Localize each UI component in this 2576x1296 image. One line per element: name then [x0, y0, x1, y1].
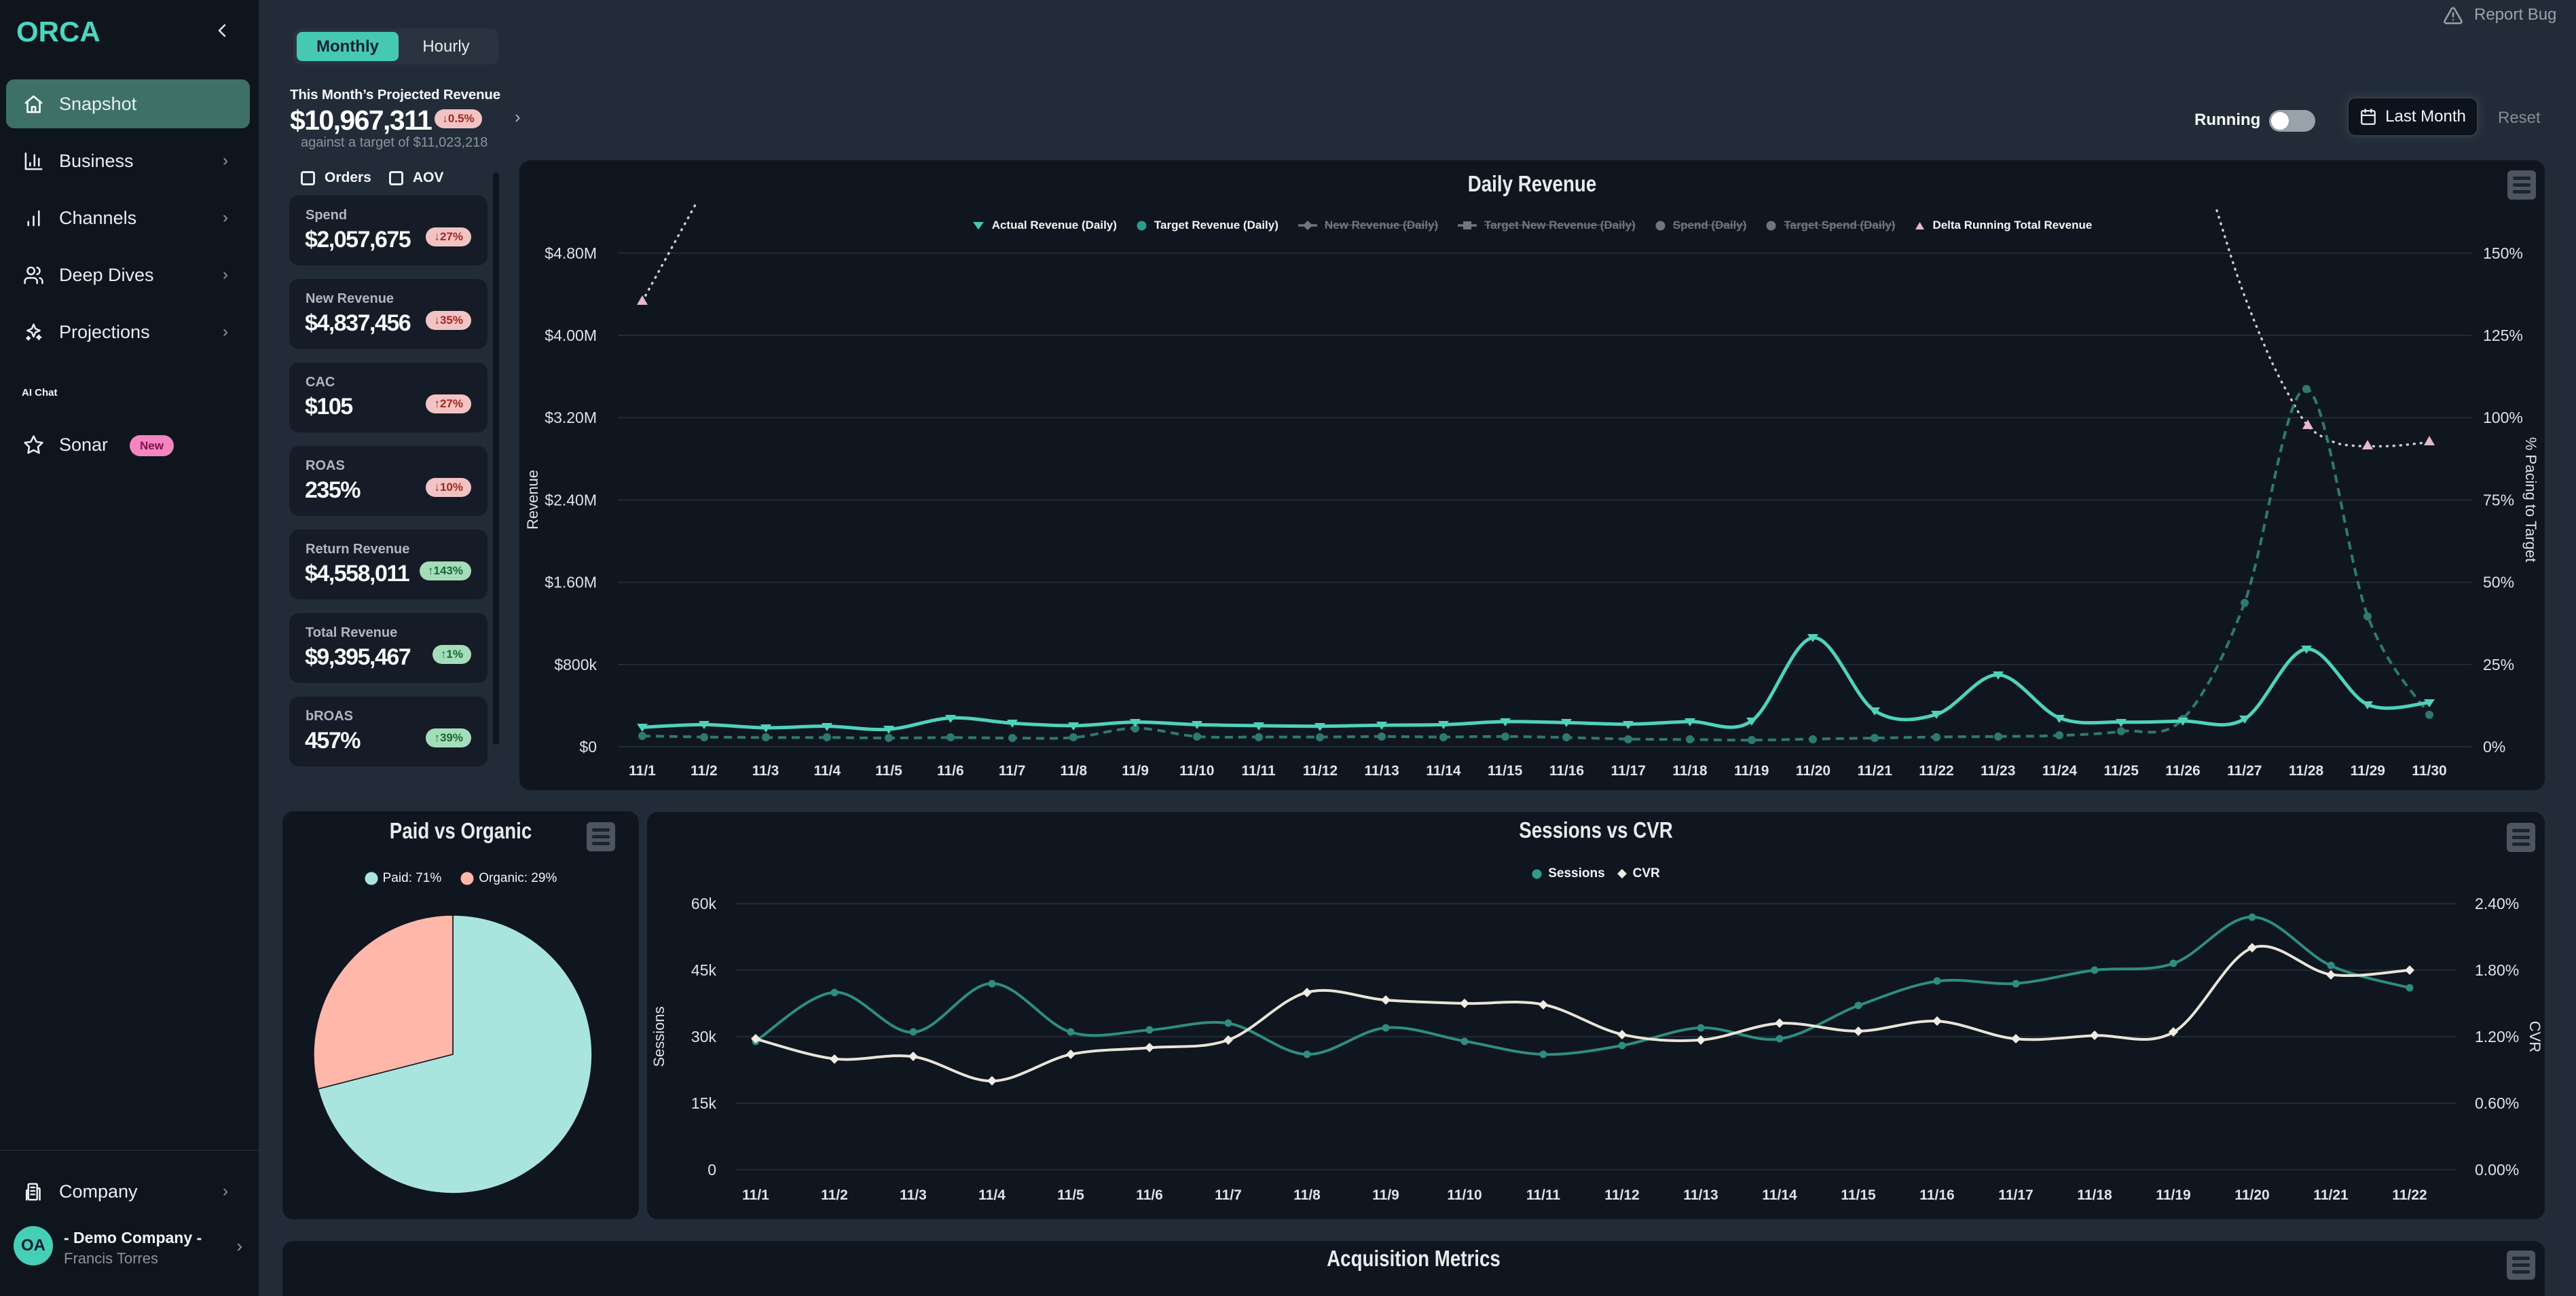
svg-text:11/5: 11/5	[1057, 1187, 1084, 1203]
svg-text:11/25: 11/25	[2103, 763, 2139, 779]
svg-text:11/23: 11/23	[1981, 763, 2015, 779]
svg-text:11/20: 11/20	[2234, 1187, 2269, 1203]
svg-text:11/28: 11/28	[2289, 763, 2324, 779]
svg-text:11/7: 11/7	[1215, 1187, 1242, 1203]
svg-text:11/22: 11/22	[2392, 1187, 2427, 1203]
svg-text:150%: 150%	[2483, 244, 2523, 262]
svg-text:11/2: 11/2	[691, 763, 718, 779]
svg-text:11/30: 11/30	[2412, 763, 2446, 779]
svg-text:11/6: 11/6	[937, 763, 964, 779]
svg-text:11/4: 11/4	[978, 1187, 1006, 1203]
svg-text:11/10: 11/10	[1447, 1187, 1482, 1203]
svg-text:125%: 125%	[2483, 327, 2523, 344]
svg-text:1.80%: 1.80%	[2475, 961, 2519, 979]
svg-text:75%: 75%	[2483, 491, 2514, 508]
svg-text:1.20%: 1.20%	[2475, 1028, 2519, 1045]
svg-text:Sessions: Sessions	[650, 1006, 667, 1067]
svg-text:11/5: 11/5	[875, 763, 902, 779]
svg-text:Revenue: Revenue	[524, 470, 541, 530]
svg-text:11/22: 11/22	[1919, 763, 1953, 779]
svg-text:11/21: 11/21	[2313, 1187, 2349, 1203]
svg-text:$4.00M: $4.00M	[545, 327, 597, 344]
svg-text:11/26: 11/26	[2165, 763, 2200, 779]
svg-text:$3.20M: $3.20M	[545, 409, 597, 426]
svg-text:CVR: CVR	[2526, 1021, 2543, 1052]
svg-text:11/9: 11/9	[1122, 763, 1149, 779]
svg-text:11/17: 11/17	[1998, 1187, 2033, 1203]
svg-text:11/11: 11/11	[1241, 763, 1276, 779]
svg-text:0: 0	[707, 1161, 716, 1179]
svg-text:11/15: 11/15	[1488, 763, 1523, 779]
svg-text:11/10: 11/10	[1179, 763, 1214, 779]
svg-text:11/1: 11/1	[742, 1187, 769, 1203]
svg-text:11/18: 11/18	[1672, 763, 1708, 779]
svg-text:11/12: 11/12	[1604, 1187, 1639, 1203]
svg-text:11/24: 11/24	[2042, 763, 2078, 779]
svg-text:11/7: 11/7	[999, 763, 1026, 779]
svg-text:11/17: 11/17	[1611, 763, 1645, 779]
svg-text:100%: 100%	[2483, 409, 2523, 426]
svg-text:11/16: 11/16	[1919, 1187, 1954, 1203]
svg-text:11/4: 11/4	[813, 763, 841, 779]
svg-text:11/18: 11/18	[2077, 1187, 2112, 1203]
svg-text:11/3: 11/3	[900, 1187, 927, 1203]
svg-text:25%: 25%	[2483, 656, 2514, 673]
svg-text:11/13: 11/13	[1683, 1187, 1718, 1203]
svg-text:$0: $0	[579, 738, 597, 756]
svg-text:11/12: 11/12	[1303, 763, 1338, 779]
svg-text:15k: 15k	[691, 1094, 717, 1112]
svg-text:0.60%: 0.60%	[2475, 1094, 2519, 1112]
svg-text:11/19: 11/19	[2156, 1187, 2190, 1203]
svg-text:$2.40M: $2.40M	[545, 491, 597, 508]
svg-text:0%: 0%	[2483, 738, 2505, 756]
svg-text:30k: 30k	[691, 1028, 717, 1045]
svg-text:2.40%: 2.40%	[2475, 895, 2519, 912]
svg-text:50%: 50%	[2483, 574, 2514, 591]
svg-text:% Pacing to Target: % Pacing to Target	[2522, 437, 2539, 562]
svg-text:11/6: 11/6	[1136, 1187, 1163, 1203]
svg-text:$4.80M: $4.80M	[545, 244, 597, 262]
svg-text:11/3: 11/3	[752, 763, 779, 779]
svg-text:11/11: 11/11	[1526, 1187, 1561, 1203]
svg-text:11/20: 11/20	[1796, 763, 1830, 779]
svg-text:60k: 60k	[691, 895, 717, 912]
svg-text:11/9: 11/9	[1372, 1187, 1399, 1203]
svg-text:11/29: 11/29	[2351, 763, 2385, 779]
svg-text:$800k: $800k	[554, 656, 597, 673]
svg-text:11/14: 11/14	[1762, 1187, 1797, 1203]
svg-text:45k: 45k	[691, 961, 717, 979]
svg-text:11/8: 11/8	[1293, 1187, 1321, 1203]
svg-text:$1.60M: $1.60M	[545, 574, 597, 591]
svg-text:11/13: 11/13	[1364, 763, 1399, 779]
svg-text:11/1: 11/1	[629, 763, 656, 779]
svg-text:11/21: 11/21	[1857, 763, 1892, 779]
svg-text:11/14: 11/14	[1426, 763, 1461, 779]
svg-text:11/19: 11/19	[1734, 763, 1769, 779]
svg-text:11/8: 11/8	[1060, 763, 1087, 779]
svg-text:11/2: 11/2	[821, 1187, 848, 1203]
svg-text:11/16: 11/16	[1549, 763, 1584, 779]
svg-text:11/15: 11/15	[1841, 1187, 1876, 1203]
svg-text:0.00%: 0.00%	[2475, 1161, 2519, 1179]
svg-text:11/27: 11/27	[2227, 763, 2262, 779]
